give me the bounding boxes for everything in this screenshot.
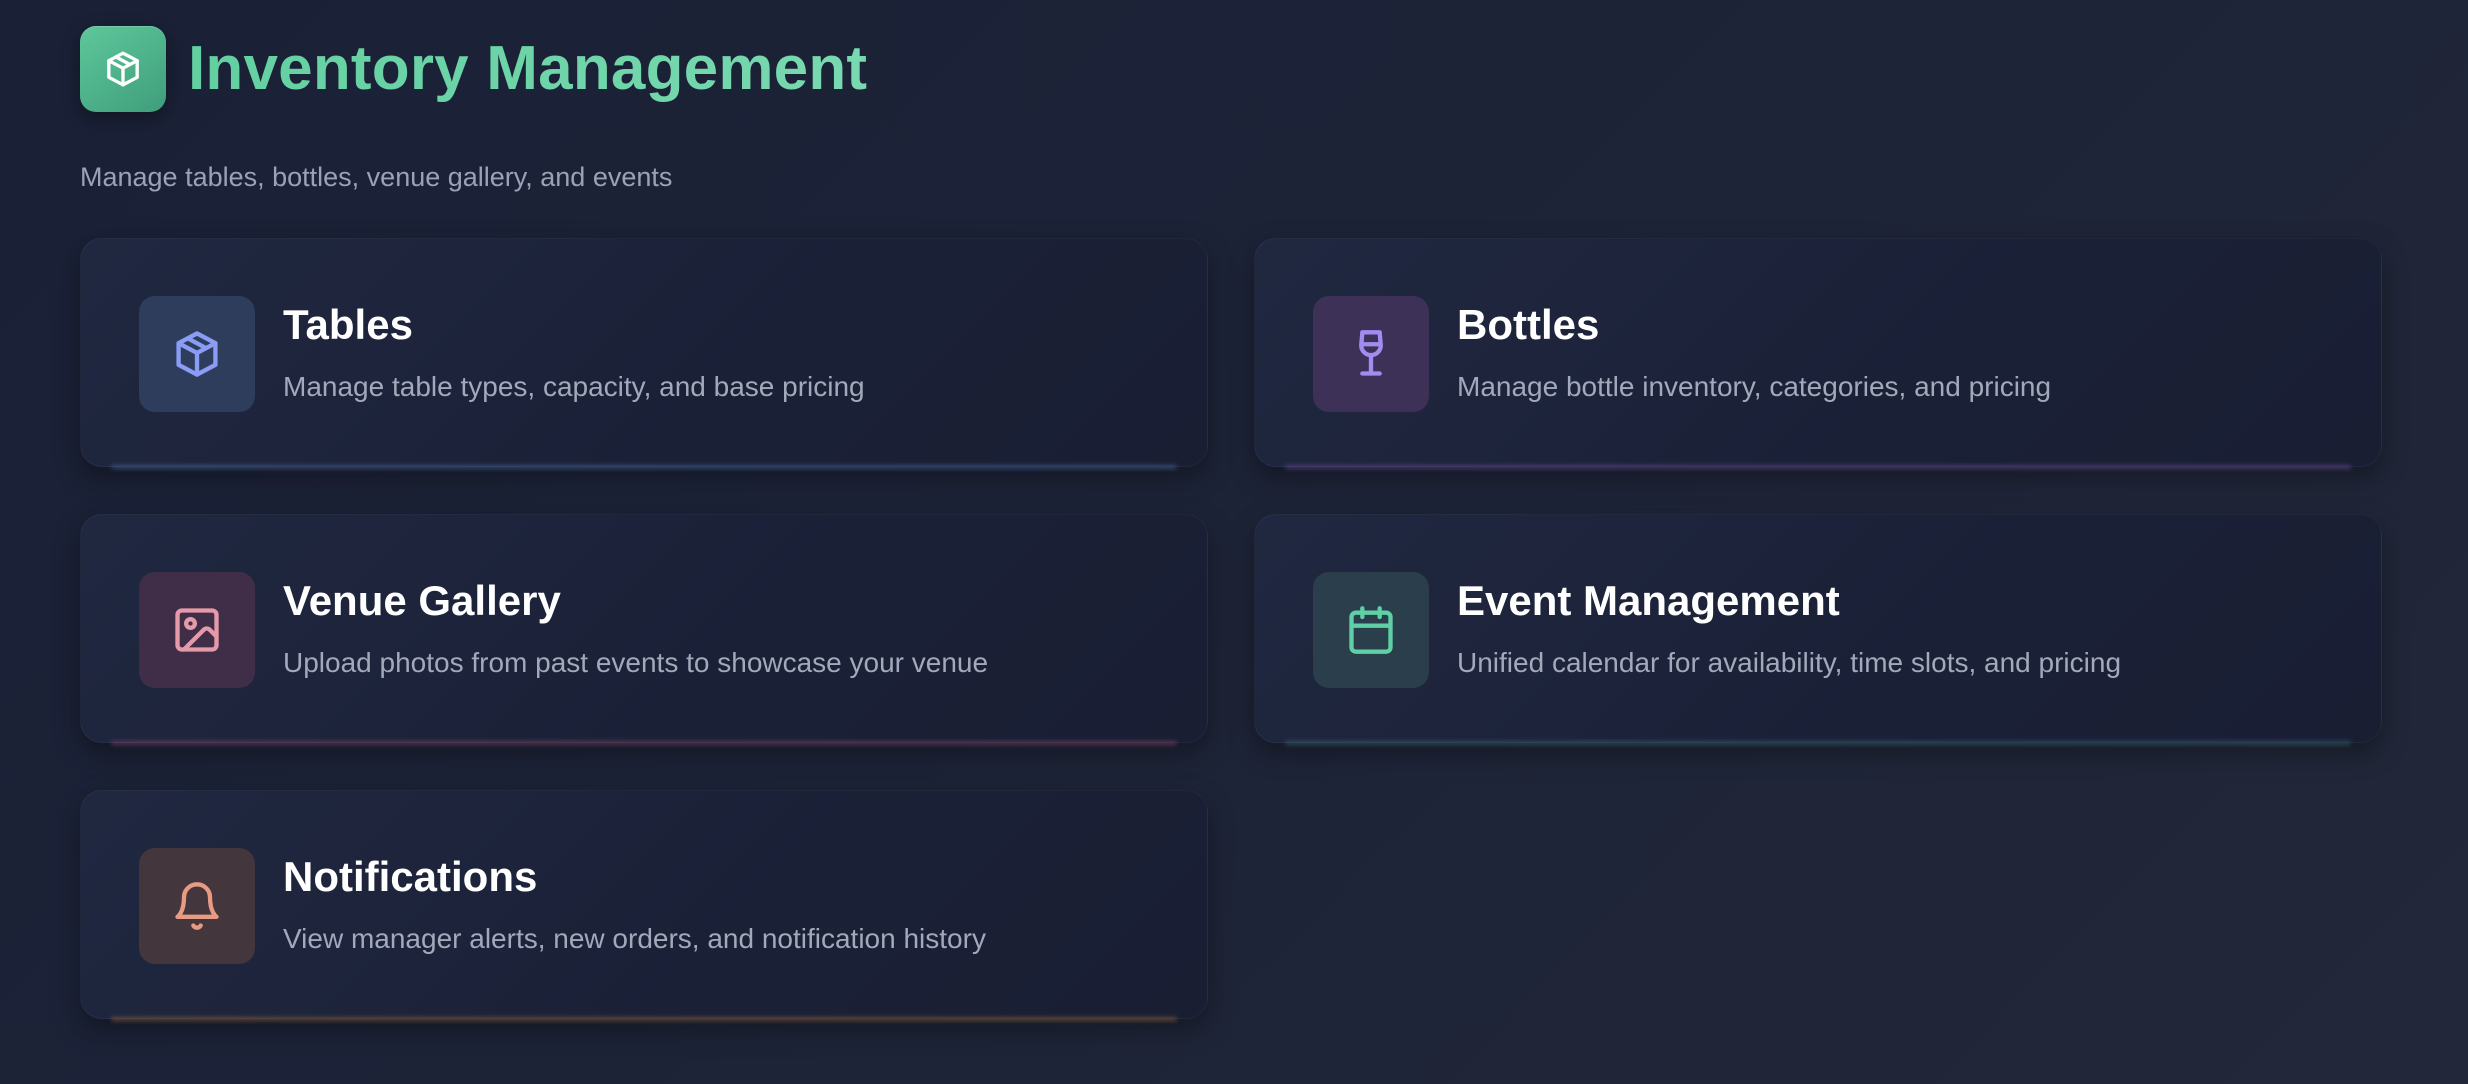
- card-description: Unified calendar for availability, time …: [1457, 647, 2122, 678]
- page-title: Inventory Management: [188, 26, 867, 112]
- event-management-card[interactable]: Event Management Unified calendar for av…: [1254, 514, 2382, 743]
- notifications-card[interactable]: Notifications View manager alerts, new o…: [80, 790, 1208, 1019]
- page-header: Inventory Management: [80, 26, 2382, 112]
- image-icon: [139, 572, 255, 688]
- page-subtitle: Manage tables, bottles, venue gallery, a…: [80, 162, 673, 192]
- card-description: View manager alerts, new orders, and not…: [283, 923, 986, 954]
- bottles-card[interactable]: Bottles Manage bottle inventory, categor…: [1254, 238, 2382, 467]
- card-title: Event Management: [1457, 577, 1840, 624]
- venue-gallery-card[interactable]: Venue Gallery Upload photos from past ev…: [80, 514, 1208, 743]
- card-description: Upload photos from past events to showca…: [283, 647, 989, 678]
- package-icon: [80, 26, 166, 112]
- inventory-management-page: Inventory Management Manage tables, bott…: [80, 26, 2382, 1019]
- wine-glass-icon: [1313, 296, 1429, 412]
- card-description: Manage table types, capacity, and base p…: [283, 371, 865, 402]
- card-title: Bottles: [1457, 301, 1600, 348]
- bell-icon: [139, 848, 255, 964]
- calendar-icon: [1313, 572, 1429, 688]
- card-title: Notifications: [283, 853, 538, 900]
- tables-card[interactable]: Tables Manage table types, capacity, and…: [80, 238, 1208, 467]
- card-description: Manage bottle inventory, categories, and…: [1457, 371, 2052, 402]
- package-icon: [139, 296, 255, 412]
- card-title: Tables: [283, 301, 413, 348]
- card-title: Venue Gallery: [283, 577, 561, 624]
